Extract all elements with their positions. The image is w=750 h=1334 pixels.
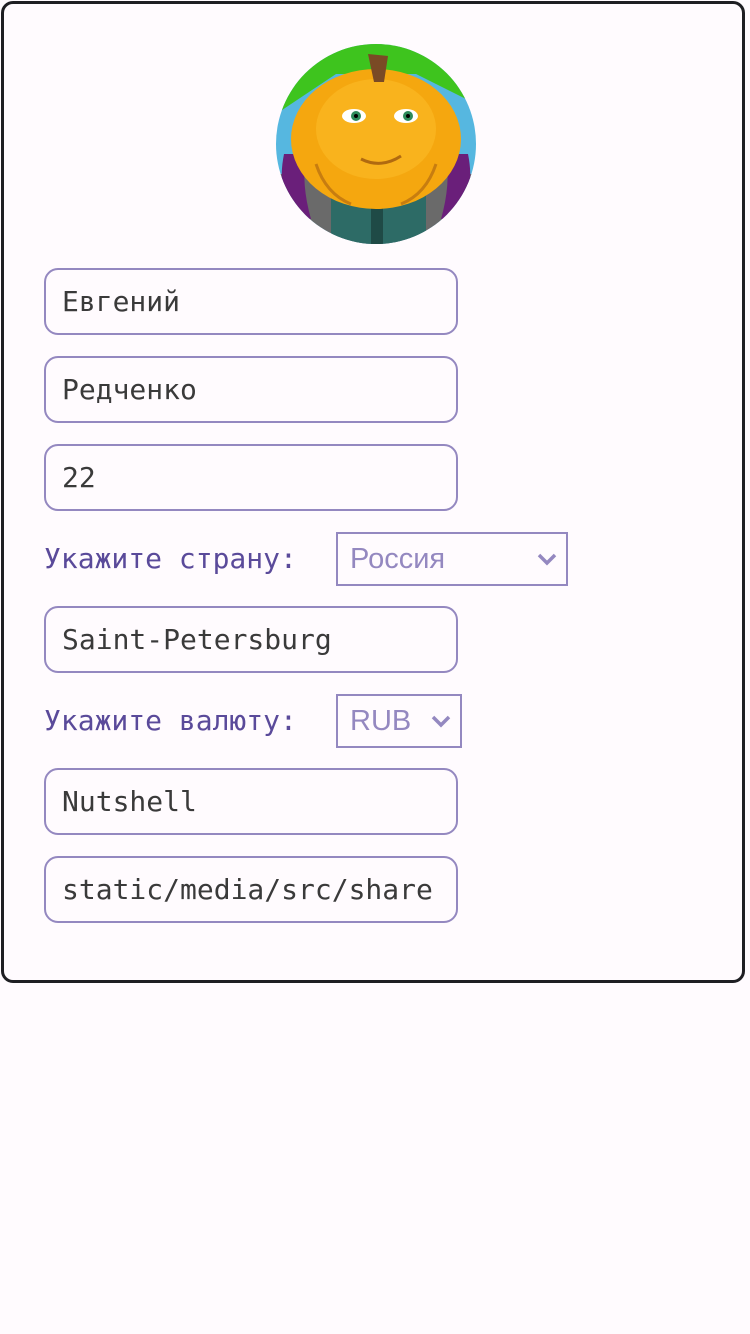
country-select-value: Россия [350,543,446,575]
city-input[interactable] [44,606,458,673]
currency-select[interactable]: RUB [336,694,462,748]
nickname-input[interactable] [44,768,458,835]
chevron-down-icon [431,715,451,728]
currency-label: Укажите валюту: [44,704,297,737]
chevron-down-icon [537,553,557,566]
pumpkin-avatar-icon [276,44,476,244]
avatar[interactable] [276,44,476,244]
first-name-input[interactable] [44,268,458,335]
last-name-input[interactable] [44,356,458,423]
avatar-path-input[interactable] [44,856,458,923]
country-select[interactable]: Россия [336,532,568,586]
age-input[interactable] [44,444,458,511]
country-label: Укажите страну: [44,542,297,575]
currency-select-value: RUB [350,705,412,737]
